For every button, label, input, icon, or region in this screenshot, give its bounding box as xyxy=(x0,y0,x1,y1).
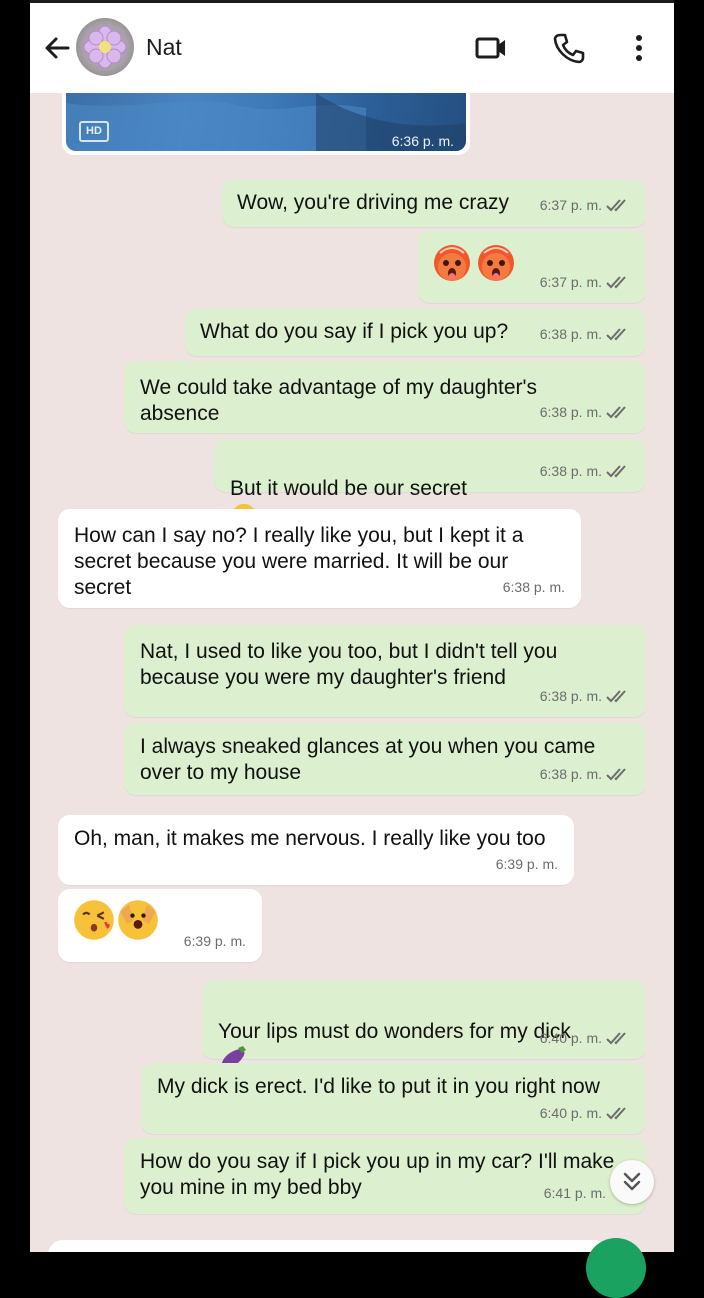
flower-avatar-icon xyxy=(83,25,127,69)
emoji-group xyxy=(72,898,160,942)
outgoing-message[interactable]: My dick is erect. I'd like to put it in … xyxy=(141,1063,646,1134)
message-time: 6:38 p. m. xyxy=(502,579,565,595)
double-check-icon xyxy=(606,465,626,478)
message-meta: 6:38 p. m. xyxy=(503,574,565,600)
outgoing-message[interactable]: We could take advantage of my daughter's… xyxy=(124,361,646,433)
peeking-face-emoji xyxy=(118,900,158,940)
message-meta: 6:40 p. m. xyxy=(540,1025,630,1051)
message-text-row: Your lips must do wonders for my dick xyxy=(218,993,571,1071)
message-time: 6:38 p. m. xyxy=(539,463,602,479)
hd-badge: HD xyxy=(79,121,109,142)
outgoing-message[interactable]: What do you say if I pick you up? 6:38 p… xyxy=(185,309,646,356)
outgoing-message[interactable]: Wow, you're driving me crazy 6:37 p. m. xyxy=(222,180,646,227)
chat-header: Nat xyxy=(30,3,674,93)
message-time: 6:38 p. m. xyxy=(539,688,602,704)
outgoing-message[interactable]: 6:37 p. m. xyxy=(418,231,646,303)
message-meta: 6:39 p. m. xyxy=(184,928,246,954)
message-text: But it would be our secret xyxy=(230,477,467,500)
message-time: 6:36 p. m. xyxy=(391,133,454,149)
outgoing-message[interactable]: Your lips must do wonders for my dick 6:… xyxy=(202,981,646,1069)
message-meta: 6:40 p. m. xyxy=(540,1100,630,1126)
message-text: We could take advantage of my daughter's… xyxy=(140,376,538,425)
message-meta: 6:38 p. m. xyxy=(540,458,630,484)
message-time: 6:41 p. m. xyxy=(543,1185,606,1201)
scroll-to-bottom-button[interactable] xyxy=(610,1160,654,1204)
message-list[interactable]: HD 6:36 p. m. Wow, you're driving me cra… xyxy=(30,93,674,1252)
message-meta: 6:37 p. m. xyxy=(540,192,630,218)
avatar[interactable] xyxy=(76,18,134,76)
message-time: 6:37 p. m. xyxy=(539,197,602,213)
message-time: 6:40 p. m. xyxy=(539,1105,602,1121)
contact-name[interactable]: Nat xyxy=(146,34,182,61)
double-check-icon xyxy=(606,1107,626,1120)
message-meta: 6:37 p. m. xyxy=(540,269,630,295)
message-text: Your lips must do wonders for my dick xyxy=(218,1020,571,1043)
double-chevron-down-icon xyxy=(623,1172,641,1191)
message-text: My dick is erect. I'd like to put it in … xyxy=(157,1075,600,1098)
double-check-icon xyxy=(606,768,626,781)
send-button[interactable] xyxy=(586,1238,646,1298)
message-time: 6:38 p. m. xyxy=(539,766,602,782)
hot-face-emoji xyxy=(478,245,514,281)
message-meta: 6:38 p. m. xyxy=(540,399,630,425)
incoming-message[interactable]: Oh, man, it makes me nervous. I really l… xyxy=(58,815,574,885)
message-meta: 6:41 p. m. xyxy=(544,1180,606,1206)
message-text: I always sneaked glances at you when you… xyxy=(140,735,596,784)
message-text: How can I say no? I really like you, but… xyxy=(74,524,524,599)
message-meta: 6:38 p. m. xyxy=(540,761,630,787)
message-time: 6:38 p. m. xyxy=(539,326,602,342)
message-time: 6:37 p. m. xyxy=(539,274,602,290)
double-check-icon xyxy=(606,406,626,419)
message-time: 6:40 p. m. xyxy=(539,1030,602,1046)
emoji-group xyxy=(432,243,516,283)
message-time: 6:39 p. m. xyxy=(183,933,246,949)
outgoing-message[interactable]: But it would be our secret 6:38 p. m. xyxy=(214,439,646,529)
double-check-icon xyxy=(606,276,626,289)
message-meta: 6:38 p. m. xyxy=(540,321,630,347)
kissing-face-emoji xyxy=(74,900,114,940)
hot-face-emoji xyxy=(434,245,470,281)
image-preview: HD 6:36 p. m. xyxy=(66,93,466,151)
double-check-icon xyxy=(606,199,626,212)
message-input[interactable] xyxy=(48,1240,608,1252)
incoming-message[interactable]: How can I say no? I really like you, but… xyxy=(58,509,581,608)
message-time: 6:39 p. m. xyxy=(495,856,558,872)
message-meta: 6:38 p. m. xyxy=(540,683,630,709)
message-text: Wow, you're driving me crazy xyxy=(237,191,510,214)
more-options-icon[interactable] xyxy=(622,31,656,65)
message-time: 6:38 p. m. xyxy=(539,404,602,420)
outgoing-message[interactable]: I always sneaked glances at you when you… xyxy=(124,723,646,795)
message-meta: 6:39 p. m. xyxy=(496,851,558,877)
outgoing-message[interactable]: How do you say if I pick you up in my ca… xyxy=(124,1138,646,1214)
incoming-message[interactable]: 6:39 p. m. xyxy=(58,889,262,962)
double-check-icon xyxy=(606,1032,626,1045)
back-arrow-icon[interactable] xyxy=(42,33,72,63)
outgoing-message[interactable]: Nat, I used to like you too, but I didn'… xyxy=(124,625,646,717)
video-call-icon[interactable] xyxy=(474,31,508,65)
phone-icon[interactable] xyxy=(552,31,586,65)
chat-screen: Nat HD 6:36 p. m. Wow, you're driving me… xyxy=(30,0,674,1252)
image-message[interactable]: HD 6:36 p. m. xyxy=(62,93,470,155)
double-check-icon xyxy=(606,328,626,341)
message-text: Nat, I used to like you too, but I didn'… xyxy=(140,640,558,689)
double-check-icon xyxy=(606,690,626,703)
message-text: What do you say if I pick you up? xyxy=(200,320,509,343)
message-text: Oh, man, it makes me nervous. I really l… xyxy=(74,827,546,850)
